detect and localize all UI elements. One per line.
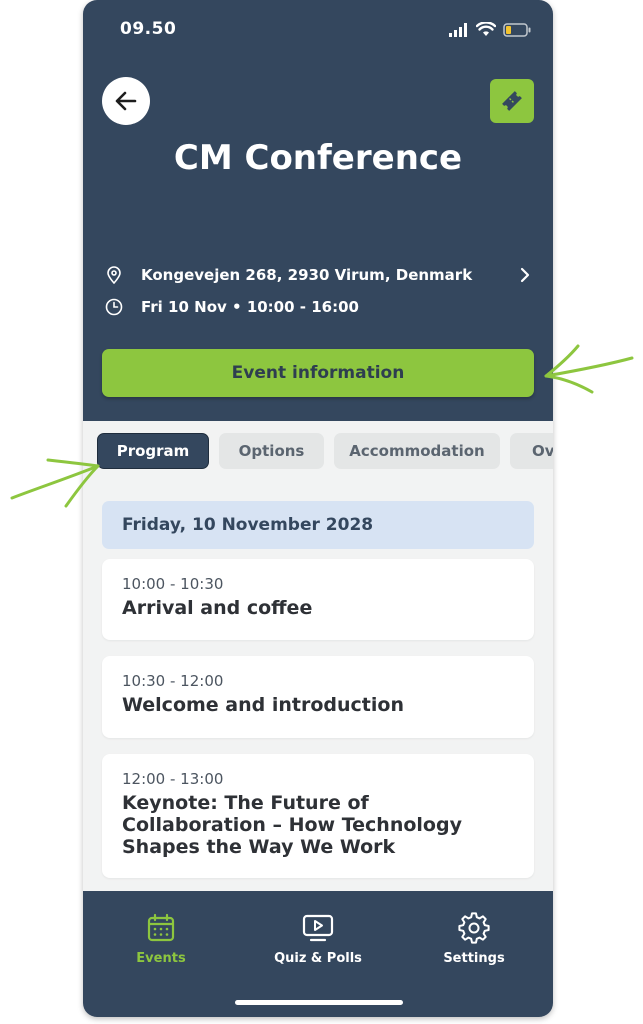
signal-icon: [449, 22, 467, 37]
back-button[interactable]: [102, 77, 150, 125]
location-pin-icon: [105, 266, 123, 284]
chevron-right-icon[interactable]: [519, 266, 531, 288]
session-card[interactable]: 10:30 - 12:00 Welcome and introduction: [102, 656, 534, 738]
wifi-icon: [476, 22, 496, 36]
program-date-header: Friday, 10 November 2028: [102, 501, 534, 549]
nav-settings[interactable]: Settings: [414, 911, 534, 966]
home-indicator: [235, 1000, 403, 1005]
ticket-button[interactable]: [490, 79, 534, 123]
session-time: 12:00 - 13:00: [122, 770, 224, 788]
nav-quiz-polls[interactable]: Quiz & Polls: [258, 911, 378, 966]
annotation-arrow-icon: [10, 458, 100, 508]
tab-options[interactable]: Options: [219, 433, 324, 469]
session-card[interactable]: 10:00 - 10:30 Arrival and coffee: [102, 559, 534, 640]
clock-icon: [105, 298, 123, 316]
screen: 09.50 CM Conference Kongevejen 268, 2930…: [0, 0, 643, 1024]
event-datetime: Fri 10 Nov • 10:00 - 16:00: [141, 298, 359, 316]
section-tabs: Program Options Accommodation Ov: [97, 433, 553, 469]
gear-icon: [457, 911, 491, 945]
session-card[interactable]: 12:00 - 13:00 Keynote: The Future of Col…: [102, 754, 534, 878]
play-screen-icon: [301, 911, 335, 945]
nav-label: Settings: [443, 951, 505, 966]
calendar-icon: [144, 911, 178, 945]
session-title: Arrival and coffee: [122, 597, 313, 619]
session-title: Welcome and introduction: [122, 694, 404, 716]
event-information-button[interactable]: Event information: [102, 349, 534, 397]
bottom-navigation: Events Quiz & Polls Settings: [83, 891, 553, 1017]
annotation-arrow-icon: [544, 344, 634, 394]
status-icons: [449, 22, 531, 37]
status-time: 09.50: [120, 19, 177, 39]
nav-label: Quiz & Polls: [274, 951, 362, 966]
ticket-icon: [502, 91, 522, 111]
battery-icon: [503, 22, 531, 37]
tab-overflow[interactable]: Ov: [510, 433, 553, 469]
arrow-left-icon: [115, 91, 137, 111]
event-location: Kongevejen 268, 2930 Virum, Denmark: [141, 266, 473, 284]
session-title: Keynote: The Future of Collaboration – H…: [122, 792, 462, 858]
location-row[interactable]: Kongevejen 268, 2930 Virum, Denmark: [105, 266, 472, 284]
datetime-row: Fri 10 Nov • 10:00 - 16:00: [105, 298, 359, 316]
nav-events[interactable]: Events: [101, 911, 221, 966]
session-time: 10:30 - 12:00: [122, 672, 224, 690]
session-time: 10:00 - 10:30: [122, 575, 224, 593]
tab-program[interactable]: Program: [97, 433, 209, 469]
event-title: CM Conference: [173, 138, 463, 178]
nav-label: Events: [136, 951, 186, 966]
tab-accommodation[interactable]: Accommodation: [334, 433, 500, 469]
phone-frame: 09.50 CM Conference Kongevejen 268, 2930…: [83, 0, 553, 1017]
event-header: 09.50 CM Conference Kongevejen 268, 2930…: [83, 0, 553, 421]
